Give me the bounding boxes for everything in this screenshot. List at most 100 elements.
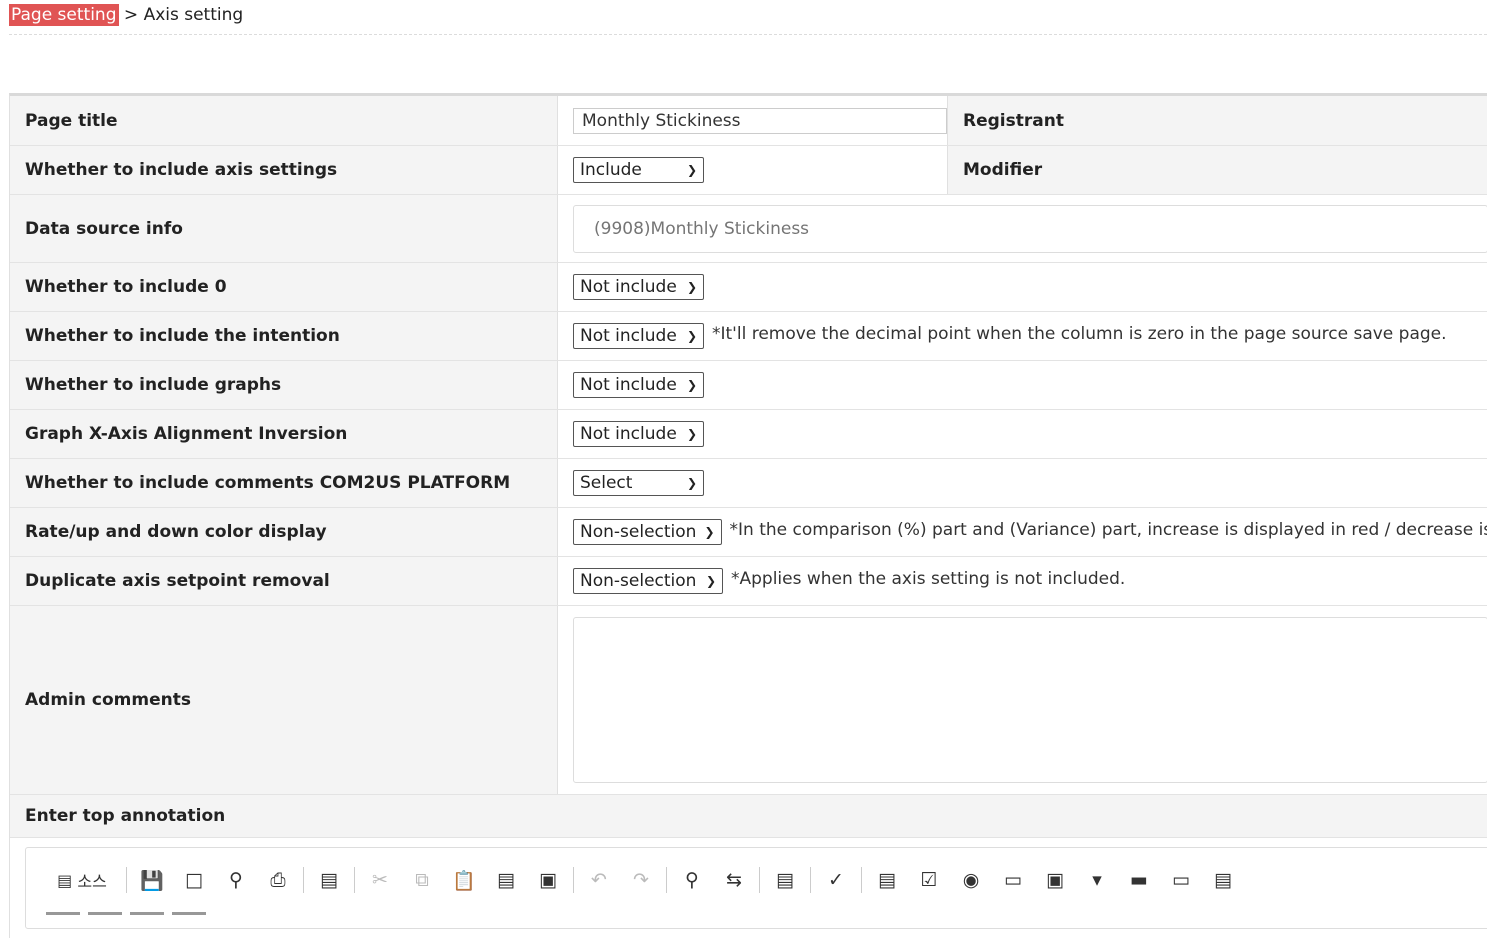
include-graphs-select[interactable]: Not include ❯ — [573, 372, 704, 398]
chevron-down-icon: ❯ — [687, 476, 697, 490]
annotation-editor: ▤ 소스 💾 □ ⚲ ⎙ ▤ ✂ ⧉ 📋 ▤ ▣ ↶ ↷ ⚲ ⇆ — [10, 838, 1487, 938]
row-include-graphs: Whether to include graphs Not include ❯ — [10, 361, 1487, 410]
chevron-down-icon: ❯ — [687, 280, 697, 294]
toolbar-separator — [354, 867, 355, 893]
checkbox-icon[interactable]: ☑ — [912, 866, 946, 894]
toolbar-separator — [759, 867, 760, 893]
duplicate-removal-value: Non-selection — [580, 571, 696, 591]
rate-color-note: *In the comparison (%) part and (Varianc… — [730, 520, 1487, 540]
axis-settings-form: Page title Registrant Whether to include… — [9, 93, 1487, 938]
admin-comments-label: Admin comments — [10, 606, 558, 794]
redo-icon[interactable]: ↷ — [624, 866, 658, 894]
toolbar-separator — [573, 867, 574, 893]
row-data-source: Data source info — [10, 195, 1487, 263]
axis-settings-select[interactable]: Include ❯ — [573, 157, 704, 183]
spellcheck-icon[interactable]: ✓ — [819, 866, 853, 894]
row-include-zero: Whether to include 0 Not include ❯ — [10, 263, 1487, 312]
replace-icon[interactable]: ⇆ — [717, 866, 751, 894]
row-admin-comments: Admin comments — [10, 606, 1487, 795]
undo-icon[interactable]: ↶ — [582, 866, 616, 894]
form-icon[interactable]: ▤ — [870, 866, 904, 894]
axis-settings-value: Include — [580, 160, 642, 180]
toolbar-second-row — [46, 912, 214, 929]
include-intention-note: *It'll remove the decimal point when the… — [712, 324, 1447, 344]
chevron-down-icon: ❯ — [704, 525, 714, 539]
bold-icon[interactable] — [46, 912, 80, 929]
row-include-comments: Whether to include comments COM2US PLATF… — [10, 459, 1487, 508]
include-zero-select[interactable]: Not include ❯ — [573, 274, 704, 300]
row-duplicate-removal: Duplicate axis setpoint removal Non-sele… — [10, 557, 1487, 606]
include-intention-label: Whether to include the intention — [10, 312, 558, 360]
underline-icon[interactable] — [130, 912, 164, 929]
toolbar-separator — [810, 867, 811, 893]
top-annotation-label: Enter top annotation — [10, 795, 1487, 838]
include-graphs-value: Not include — [580, 375, 677, 395]
include-zero-label: Whether to include 0 — [10, 263, 558, 311]
include-comments-select[interactable]: Select ❯ — [573, 470, 704, 496]
strike-icon[interactable] — [172, 912, 206, 929]
select-all-icon[interactable]: ▤ — [768, 866, 802, 894]
duplicate-removal-select[interactable]: Non-selection ❯ — [573, 568, 723, 594]
breadcrumb: Page setting > Axis setting — [9, 4, 1487, 35]
modifier-label: Modifier — [948, 146, 1487, 194]
row-page-title: Page title Registrant — [10, 96, 1487, 146]
page-title-input[interactable] — [573, 108, 947, 134]
hidden-field-icon[interactable]: ▤ — [1206, 866, 1240, 894]
button-icon[interactable]: ▬ — [1122, 866, 1156, 894]
axis-settings-label: Whether to include axis settings — [10, 146, 558, 194]
find-icon[interactable]: ⚲ — [675, 866, 709, 894]
textfield-icon[interactable]: ▭ — [996, 866, 1030, 894]
duplicate-removal-note: *Applies when the axis setting is not in… — [731, 569, 1125, 589]
x-axis-inversion-value: Not include — [580, 424, 677, 444]
data-source-label: Data source info — [10, 195, 558, 262]
radio-icon[interactable]: ◉ — [954, 866, 988, 894]
save-icon[interactable]: 💾 — [135, 866, 169, 894]
italic-icon[interactable] — [88, 912, 122, 929]
chevron-down-icon: ❯ — [687, 329, 697, 343]
preview-icon[interactable]: ⚲ — [219, 866, 253, 894]
editor-toolbar: ▤ 소스 💾 □ ⚲ ⎙ ▤ ✂ ⧉ 📋 ▤ ▣ ↶ ↷ ⚲ ⇆ — [25, 847, 1487, 929]
x-axis-inversion-select[interactable]: Not include ❯ — [573, 421, 704, 447]
row-include-intention: Whether to include the intention Not inc… — [10, 312, 1487, 361]
toolbar-separator — [303, 867, 304, 893]
page-title-label: Page title — [10, 96, 558, 145]
include-intention-select[interactable]: Not include ❯ — [573, 323, 704, 349]
select-field-icon[interactable]: ▾ — [1080, 866, 1114, 894]
new-page-icon[interactable]: □ — [177, 866, 211, 894]
chevron-down-icon: ❯ — [687, 163, 697, 177]
textarea-icon[interactable]: ▣ — [1038, 866, 1072, 894]
rate-color-value: Non-selection — [580, 522, 696, 542]
x-axis-inversion-label: Graph X-Axis Alignment Inversion — [10, 410, 558, 458]
cut-icon[interactable]: ✂ — [363, 866, 397, 894]
rate-color-select[interactable]: Non-selection ❯ — [573, 519, 722, 545]
paste-text-icon[interactable]: ▤ — [489, 866, 523, 894]
chevron-down-icon: ❯ — [706, 574, 716, 588]
paste-word-icon[interactable]: ▣ — [531, 866, 565, 894]
data-source-input[interactable] — [573, 205, 1487, 253]
image-button-icon[interactable]: ▭ — [1164, 866, 1198, 894]
row-x-axis-inversion: Graph X-Axis Alignment Inversion Not inc… — [10, 410, 1487, 459]
include-zero-value: Not include — [580, 277, 677, 297]
duplicate-removal-label: Duplicate axis setpoint removal — [10, 557, 558, 605]
print-icon[interactable]: ⎙ — [261, 866, 295, 894]
breadcrumb-separator: > — [124, 5, 138, 25]
breadcrumb-parent[interactable]: Page setting — [9, 4, 119, 26]
source-icon: ▤ — [57, 871, 72, 890]
breadcrumb-current: Axis setting — [144, 5, 244, 25]
include-comments-value: Select — [580, 473, 632, 493]
toolbar-separator — [126, 867, 127, 893]
source-label: 소스 — [77, 868, 106, 892]
admin-comments-textarea[interactable] — [573, 617, 1487, 783]
templates-icon[interactable]: ▤ — [312, 866, 346, 894]
copy-icon[interactable]: ⧉ — [405, 866, 439, 894]
registrant-label: Registrant — [948, 96, 1487, 145]
toolbar-separator — [666, 867, 667, 893]
toolbar-separator — [861, 867, 862, 893]
row-axis-settings: Whether to include axis settings Include… — [10, 146, 1487, 195]
source-button[interactable]: ▤ 소스 — [46, 866, 118, 894]
include-intention-value: Not include — [580, 326, 677, 346]
paste-icon[interactable]: 📋 — [447, 866, 481, 894]
include-comments-label: Whether to include comments COM2US PLATF… — [10, 459, 558, 507]
chevron-down-icon: ❯ — [687, 378, 697, 392]
row-rate-color: Rate/up and down color display Non-selec… — [10, 508, 1487, 557]
